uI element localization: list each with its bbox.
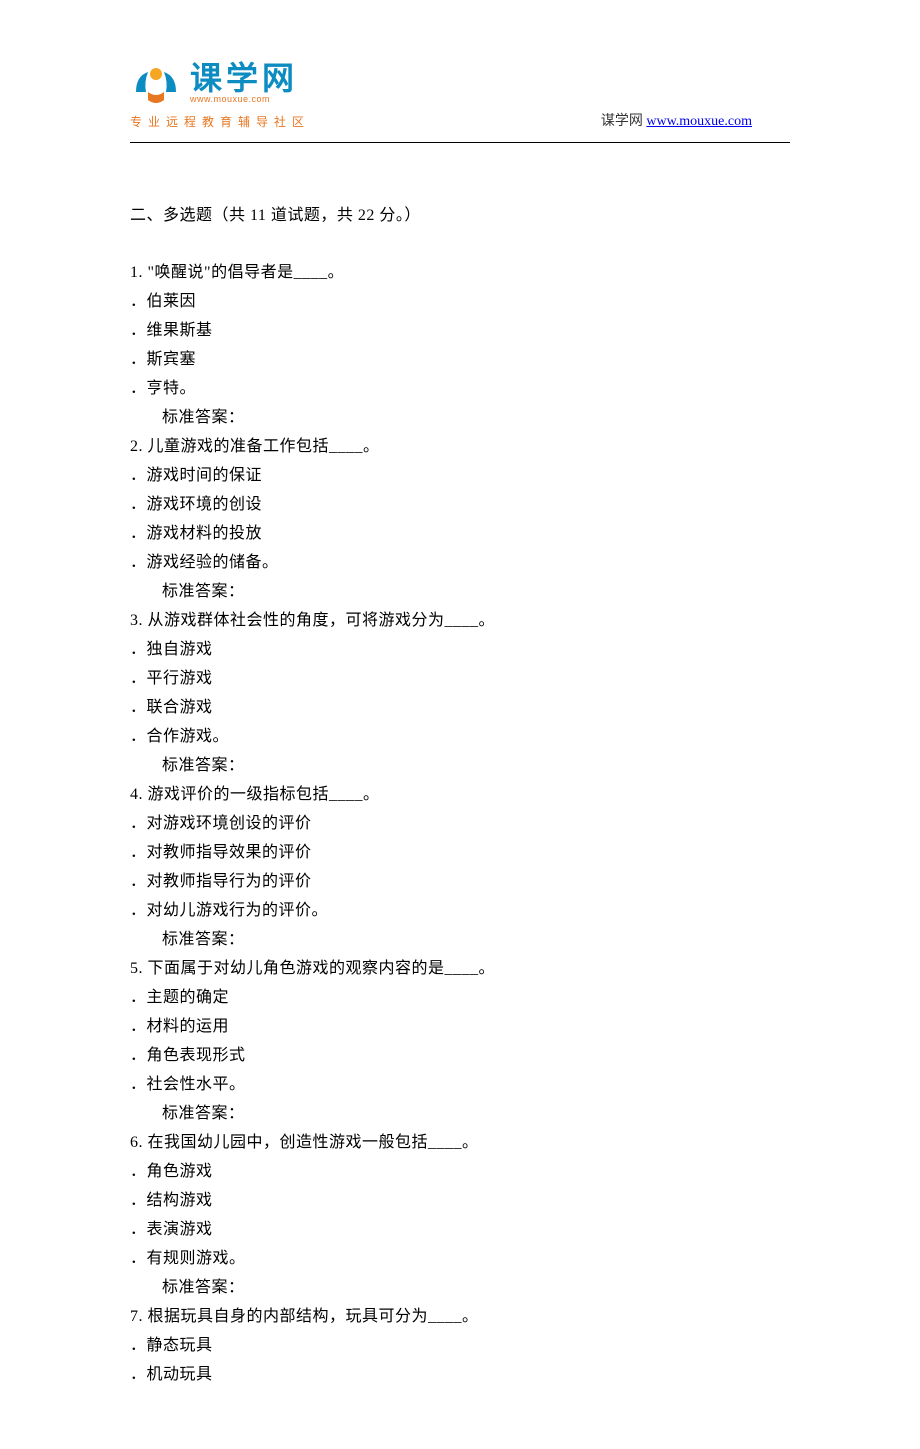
question-block: 6. 在我国幼儿园中，创造性游戏一般包括____。．角色游戏．结构游戏．表演游戏…	[130, 1128, 790, 1302]
answer-label: 标准答案：	[130, 1099, 790, 1128]
question-option: ．对教师指导行为的评价	[130, 867, 790, 896]
question-option: ．社会性水平。	[130, 1070, 790, 1099]
question-option: ．主题的确定	[130, 983, 790, 1012]
logo-subtitle: 专业远程教育辅导社区	[130, 113, 310, 130]
question-option: ．伯莱因	[130, 287, 790, 316]
question-option: ．亨特。	[130, 374, 790, 403]
question-option: ．对幼儿游戏行为的评价。	[130, 896, 790, 925]
question-option: ．材料的运用	[130, 1012, 790, 1041]
header-source-link[interactable]: www.mouxue.com	[646, 114, 752, 129]
question-stem: 1. "唤醒说"的倡导者是____。	[130, 258, 790, 287]
answer-label: 标准答案：	[130, 751, 790, 780]
answer-label: 标准答案：	[130, 1273, 790, 1302]
question-option: ．独自游戏	[130, 635, 790, 664]
question-stem: 4. 游戏评价的一级指标包括____。	[130, 780, 790, 809]
logo: 课学网 www.mouxue.com 专业远程教育辅导社区	[130, 62, 310, 130]
question-block: 7. 根据玩具自身的内部结构，玩具可分为____。．静态玩具．机动玩具	[130, 1302, 790, 1389]
question-block: 3. 从游戏群体社会性的角度，可将游戏分为____。．独自游戏．平行游戏．联合游…	[130, 606, 790, 780]
question-block: 5. 下面属于对幼儿角色游戏的观察内容的是____。．主题的确定．材料的运用．角…	[130, 954, 790, 1128]
answer-label: 标准答案：	[130, 925, 790, 954]
question-block: 4. 游戏评价的一级指标包括____。．对游戏环境创设的评价．对教师指导效果的评…	[130, 780, 790, 954]
question-option: ．对教师指导效果的评价	[130, 838, 790, 867]
answer-label: 标准答案：	[130, 577, 790, 606]
question-option: ．表演游戏	[130, 1215, 790, 1244]
header-divider	[130, 142, 790, 143]
question-option: ．有规则游戏。	[130, 1244, 790, 1273]
header-source: 谋学网 www.mouxue.com	[601, 110, 752, 130]
question-option: ．角色游戏	[130, 1157, 790, 1186]
question-option: ．机动玩具	[130, 1360, 790, 1389]
question-option: ．游戏经验的储备。	[130, 548, 790, 577]
question-option: ．游戏材料的投放	[130, 519, 790, 548]
question-block: 2. 儿童游戏的准备工作包括____。．游戏时间的保证．游戏环境的创设．游戏材料…	[130, 432, 790, 606]
question-option: ．斯宾塞	[130, 345, 790, 374]
logo-icon	[130, 62, 182, 111]
answer-label: 标准答案：	[130, 403, 790, 432]
question-block: 1. "唤醒说"的倡导者是____。．伯莱因．维果斯基．斯宾塞．亨特。标准答案：	[130, 258, 790, 432]
question-stem: 2. 儿童游戏的准备工作包括____。	[130, 432, 790, 461]
question-option: ．游戏环境的创设	[130, 490, 790, 519]
document-body: 二、多选题（共 11 道试题，共 22 分。） 1. "唤醒说"的倡导者是___…	[130, 201, 790, 1389]
question-stem: 6. 在我国幼儿园中，创造性游戏一般包括____。	[130, 1128, 790, 1157]
question-option: ．游戏时间的保证	[130, 461, 790, 490]
question-option: ．联合游戏	[130, 693, 790, 722]
question-option: ．合作游戏。	[130, 722, 790, 751]
question-option: ．维果斯基	[130, 316, 790, 345]
question-option: ．结构游戏	[130, 1186, 790, 1215]
question-stem: 7. 根据玩具自身的内部结构，玩具可分为____。	[130, 1302, 790, 1331]
question-stem: 5. 下面属于对幼儿角色游戏的观察内容的是____。	[130, 954, 790, 983]
question-option: ．对游戏环境创设的评价	[130, 809, 790, 838]
question-stem: 3. 从游戏群体社会性的角度，可将游戏分为____。	[130, 606, 790, 635]
section-title: 二、多选题（共 11 道试题，共 22 分。）	[130, 201, 790, 230]
question-option: ．角色表现形式	[130, 1041, 790, 1070]
page-header: 课学网 www.mouxue.com 专业远程教育辅导社区 谋学网 www.mo…	[130, 62, 790, 140]
question-option: ．静态玩具	[130, 1331, 790, 1360]
question-option: ．平行游戏	[130, 664, 790, 693]
logo-cn-text: 课学网	[190, 62, 298, 94]
header-source-prefix: 谋学网	[601, 114, 647, 129]
